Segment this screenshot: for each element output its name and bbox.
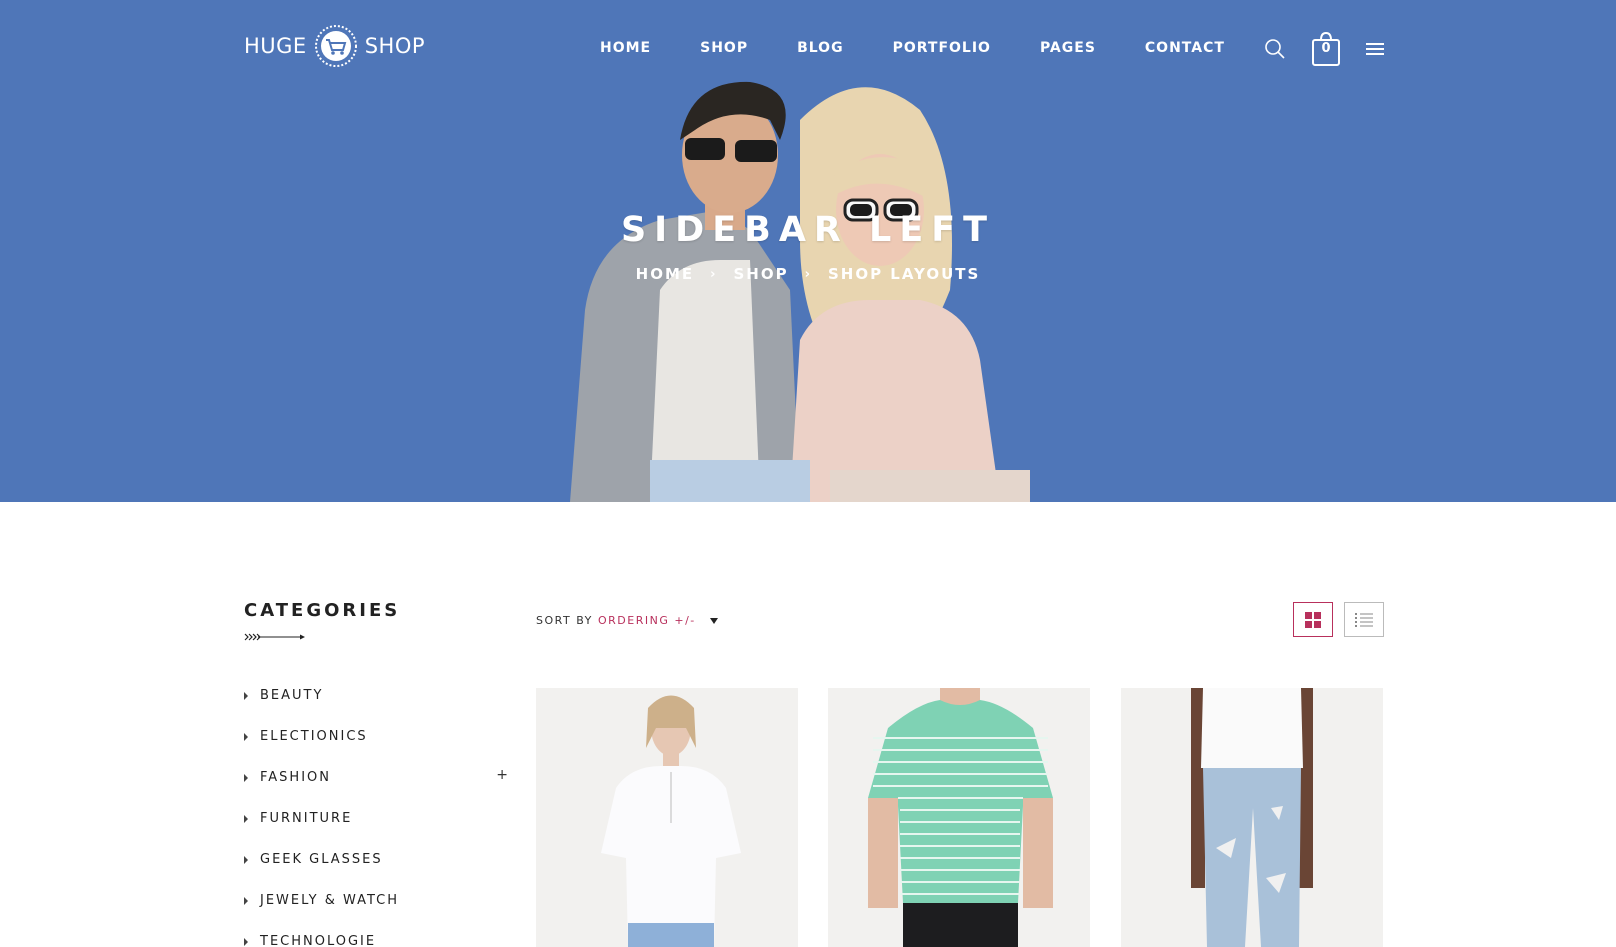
search-icon	[1265, 39, 1285, 59]
category-label: JEWELY & WATCH	[260, 893, 400, 908]
category-item-electronics[interactable]: ELECTIONICS	[244, 716, 510, 757]
arrow-divider-icon	[244, 633, 305, 641]
sidebar: CATEGORIES BEAUTY ELECTIONICS FASHION + F…	[244, 600, 510, 947]
menu-button[interactable]	[1366, 42, 1384, 56]
caret-right-icon	[244, 896, 248, 905]
grid-view-button[interactable]	[1293, 602, 1333, 637]
hamburger-menu-icon	[1366, 43, 1384, 55]
logo-text-left: HUGE	[244, 34, 307, 58]
list-view-button[interactable]	[1344, 602, 1384, 637]
nav-portfolio[interactable]: PORTFOLIO	[893, 40, 991, 56]
caret-right-icon	[244, 773, 248, 782]
nav-contact[interactable]: CONTACT	[1145, 40, 1225, 56]
breadcrumb-shop[interactable]: SHOP	[734, 265, 789, 283]
page-title: SIDEBAR LEFT	[620, 210, 996, 250]
expand-plus-icon[interactable]: +	[496, 767, 510, 783]
product-card[interactable]	[828, 688, 1090, 947]
category-label: FASHION	[260, 770, 331, 785]
search-button[interactable]	[1264, 38, 1286, 60]
main-navigation: HOME SHOP BLOG PORTFOLIO PAGES CONTACT	[600, 40, 1274, 56]
caret-right-icon	[244, 937, 248, 946]
caret-right-icon	[244, 732, 248, 741]
category-label: TECHNOLOGIE	[260, 934, 377, 947]
hero-banner: HUGE SHOP HOME SHOP BLOG PORTFOLIO PAGES…	[0, 0, 1616, 502]
sort-selected-value: ORDERING +/-	[598, 614, 696, 627]
cart-badge-icon	[314, 25, 357, 67]
category-item-technology[interactable]: TECHNOLOGIE	[244, 921, 510, 947]
category-label: FURNITURE	[260, 811, 353, 826]
category-list: BEAUTY ELECTIONICS FASHION + FURNITURE GE…	[244, 675, 510, 947]
site-logo[interactable]: HUGE SHOP	[244, 25, 426, 67]
breadcrumb-shop-layouts[interactable]: SHOP LAYOUTS	[828, 265, 980, 283]
category-item-beauty[interactable]: BEAUTY	[244, 675, 510, 716]
category-item-fashion[interactable]: FASHION +	[244, 757, 510, 798]
product-card[interactable]	[536, 688, 798, 947]
caret-right-icon	[244, 855, 248, 864]
sort-dropdown[interactable]: ORDERING +/-	[598, 614, 718, 627]
caret-down-icon	[709, 617, 718, 624]
product-image-ripped-jeans	[1121, 688, 1383, 947]
category-label: BEAUTY	[260, 688, 324, 703]
categories-heading: CATEGORIES	[244, 600, 401, 621]
cart-button[interactable]: 0	[1312, 32, 1340, 66]
sort-by-label: SORT BY	[536, 614, 593, 627]
list-view-icon	[1355, 612, 1373, 627]
product-image-striped-tee	[828, 688, 1090, 947]
shop-toolbar: SORT BY ORDERING +/-	[536, 602, 1384, 638]
caret-right-icon	[244, 691, 248, 700]
chevron-right-icon: ›	[804, 266, 812, 282]
category-item-furniture[interactable]: FURNITURE	[244, 798, 510, 839]
breadcrumb: HOME › SHOP › SHOP LAYOUTS	[0, 265, 1616, 283]
category-label: ELECTIONICS	[260, 729, 368, 744]
cart-count-badge: 0	[1321, 41, 1331, 56]
header-actions: 0	[1264, 32, 1384, 66]
product-card[interactable]	[1121, 688, 1383, 947]
nav-home[interactable]: HOME	[600, 40, 651, 56]
nav-pages[interactable]: PAGES	[1040, 40, 1096, 56]
nav-blog[interactable]: BLOG	[797, 40, 844, 56]
category-item-jewelry-watch[interactable]: JEWELY & WATCH	[244, 880, 510, 921]
logo-text-right: SHOP	[364, 34, 426, 58]
nav-shop[interactable]: SHOP	[700, 40, 748, 56]
category-item-geek-glasses[interactable]: GEEK GLASSES	[244, 839, 510, 880]
chevron-right-icon: ›	[710, 266, 718, 282]
category-label: GEEK GLASSES	[260, 852, 383, 867]
grid-view-icon	[1305, 611, 1321, 628]
product-image-white-blouse	[536, 688, 798, 947]
product-grid	[536, 688, 1384, 947]
caret-right-icon	[244, 814, 248, 823]
breadcrumb-home[interactable]: HOME	[636, 265, 694, 283]
